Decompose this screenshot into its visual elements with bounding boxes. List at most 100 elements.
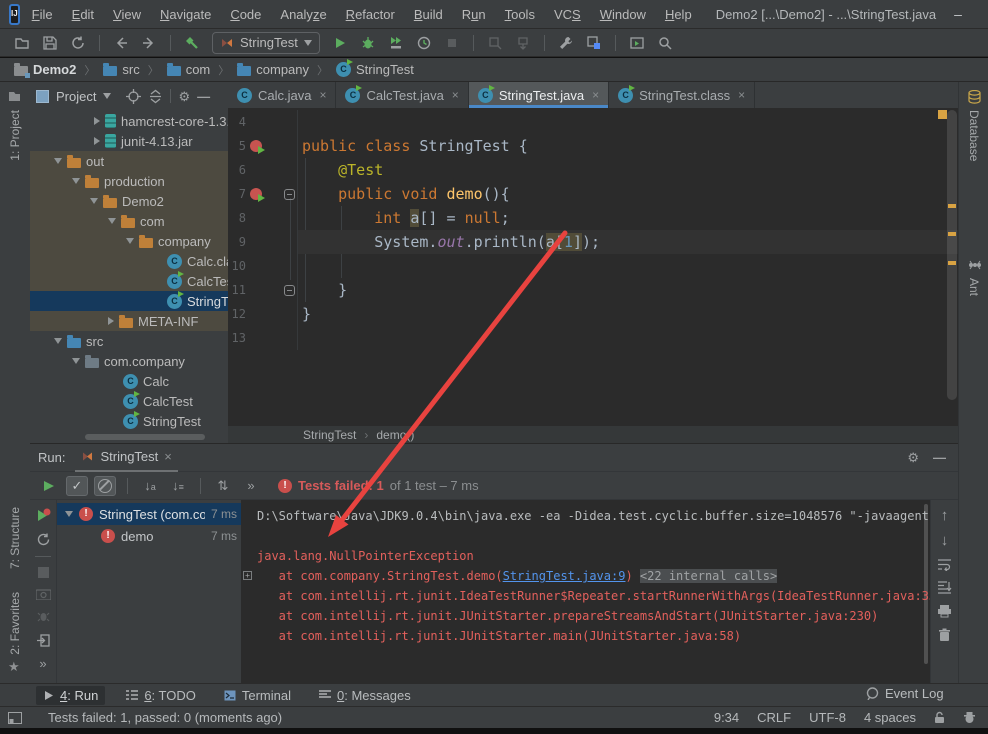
project-structure-icon[interactable] [582,32,606,54]
expanded-arrow-icon[interactable] [90,198,98,204]
run-console[interactable]: D:\Software\Java\JDK9.0.4\bin\java.exe -… [241,500,930,684]
minimize-button[interactable]: – [936,1,980,28]
hide-panel-icon[interactable]: — [933,451,946,464]
console-line-1[interactable] [241,526,930,546]
expanded-arrow-icon[interactable] [72,358,80,364]
breadcrumb-item-company[interactable]: company [237,62,309,77]
tree-item-stringtest[interactable]: StringTest [30,411,228,431]
expanded-arrow-icon[interactable] [126,238,134,244]
console-line-2[interactable]: java.lang.NullPointerException [241,546,930,566]
fold-marker-icon[interactable] [284,285,295,296]
sort-alphabetically-icon[interactable]: ↓a [139,476,161,496]
code-line-5[interactable]: 5public class StringTest { [228,134,958,158]
project-toolwindow-icon[interactable] [8,90,21,103]
rerun-icon[interactable] [38,476,60,496]
restore-layout-icon[interactable] [625,32,649,54]
editor-tab-stringtest.class[interactable]: StringTest.class× [609,82,755,108]
more-actions-icon[interactable]: » [240,476,262,496]
tree-item-demo2[interactable]: Demo2 [30,191,228,211]
show-ignored-icon[interactable] [94,476,116,496]
database-icon[interactable] [968,90,981,104]
tree-item-calc[interactable]: Calc [30,371,228,391]
chevron-down-icon[interactable] [103,93,111,99]
test-failed-gutter-icon[interactable] [250,188,262,200]
menu-help[interactable]: Help [665,7,692,22]
hide-panel-icon[interactable]: — [197,90,210,103]
build-hammer-icon[interactable] [180,32,204,54]
tree-item-stringtest-class[interactable]: StringTest.class [30,291,228,311]
tree-item-com[interactable]: com [30,211,228,231]
close-tab-icon[interactable]: × [319,88,326,102]
close-icon[interactable]: × [164,449,172,464]
project-tree-hscrollbar[interactable] [85,434,205,440]
code-line-8[interactable]: 8 int a[] = null; [228,206,958,230]
inspection-indicator[interactable] [938,110,947,119]
console-line-6[interactable]: at com.intellij.rt.junit.JUnitStarter.ma… [241,626,930,646]
console-line-0[interactable]: D:\Software\Java\JDK9.0.4\bin\java.exe -… [241,506,930,526]
menu-window[interactable]: Window [600,7,646,22]
collapsed-arrow-icon[interactable] [108,317,114,325]
close-tab-icon[interactable]: × [738,88,745,102]
breadcrumb-item-src[interactable]: src [103,62,139,77]
tree-item-hamcrest-core-1-3-jar[interactable]: hamcrest-core-1.3.jar [30,111,228,131]
menu-navigate[interactable]: Navigate [160,7,211,22]
menu-tools[interactable]: Tools [505,7,535,22]
toolwindow-button-database[interactable]: Database [967,110,981,161]
code-line-7[interactable]: 7 public void demo(){ [228,182,958,206]
import-test-results-icon[interactable] [36,633,51,648]
code-editor[interactable]: 45public class StringTest {6 @Test7 publ… [228,108,958,425]
caret-position[interactable]: 9:34 [714,710,739,725]
more-icon[interactable]: » [39,657,46,670]
save-icon[interactable] [38,32,62,54]
test-failed-gutter-icon[interactable] [250,140,262,152]
indent-setting[interactable]: 4 spaces [864,710,916,725]
expand-collapse-icon[interactable]: ⇅ [212,476,234,496]
tree-item-junit-4-13-jar[interactable]: junit-4.13.jar [30,131,228,151]
breadcrumb-item-stringtest[interactable]: StringTest [336,62,414,77]
run-tab[interactable]: StringTest × [75,444,177,472]
expanded-arrow-icon[interactable] [54,158,62,164]
code-line-4[interactable]: 4 [228,110,958,134]
code-line-12[interactable]: 12} [228,302,958,326]
toolwindow-button-structure[interactable]: 7: Structure [8,507,22,569]
profiler-icon[interactable] [412,32,436,54]
rerun-icon[interactable] [36,532,51,547]
editor-tab-stringtest.java[interactable]: StringTest.java× [469,82,609,108]
editor-tab-calctest.java[interactable]: CalcTest.java× [336,82,468,108]
menu-view[interactable]: View [113,7,141,22]
maximize-button[interactable]: ❐ [980,1,988,28]
debug-icon[interactable] [356,32,380,54]
run-configuration-select[interactable]: StringTest [212,32,320,54]
status-message[interactable]: Tests failed: 1, passed: 0 (moments ago) [48,710,282,725]
toolwindow-button-ant[interactable]: Ant [967,278,981,296]
toolwindow-button-todo[interactable]: 6: TODO [119,686,203,705]
console-line-5[interactable]: at com.intellij.rt.junit.JUnitStarter.pr… [241,606,930,626]
tree-item-com-company[interactable]: com.company [30,351,228,371]
breadcrumb-item-com[interactable]: com [167,62,211,77]
toolwindow-button-messages[interactable]: 0: Messages [312,686,418,705]
menu-run[interactable]: Run [462,7,486,22]
coverage-icon[interactable] [384,32,408,54]
collapsed-arrow-icon[interactable] [94,137,100,145]
collapse-all-icon[interactable] [148,89,163,104]
stack-trace-link[interactable]: StringTest.java:9 [503,569,626,583]
hector-inspector-icon[interactable] [963,711,976,724]
console-line-3[interactable]: + at com.company.StringTest.demo(StringT… [241,566,930,586]
test-tree-item-demo[interactable]: demo7 ms [57,525,241,547]
favorites-star-icon[interactable]: ★ [8,660,20,673]
soft-wrap-icon[interactable] [937,558,952,571]
rerun-failed-tests-icon[interactable] [36,508,51,523]
tree-item-calc-class[interactable]: Calc.class [30,251,228,271]
code-line-6[interactable]: 6 @Test [228,158,958,182]
toolwindow-button-project[interactable]: 1: Project [8,110,22,161]
tree-item-company[interactable]: company [30,231,228,251]
code-line-13[interactable]: 13 [228,326,958,350]
close-tab-icon[interactable]: × [592,88,599,102]
toolwindow-button-terminal[interactable]: Terminal [217,686,298,705]
print-icon[interactable] [937,604,952,618]
menu-file[interactable]: File [32,7,53,22]
clear-all-trash-icon[interactable] [938,628,951,642]
editor-scrollbar[interactable] [946,108,958,425]
expanded-arrow-icon[interactable] [72,178,80,184]
close-tab-icon[interactable]: × [452,88,459,102]
